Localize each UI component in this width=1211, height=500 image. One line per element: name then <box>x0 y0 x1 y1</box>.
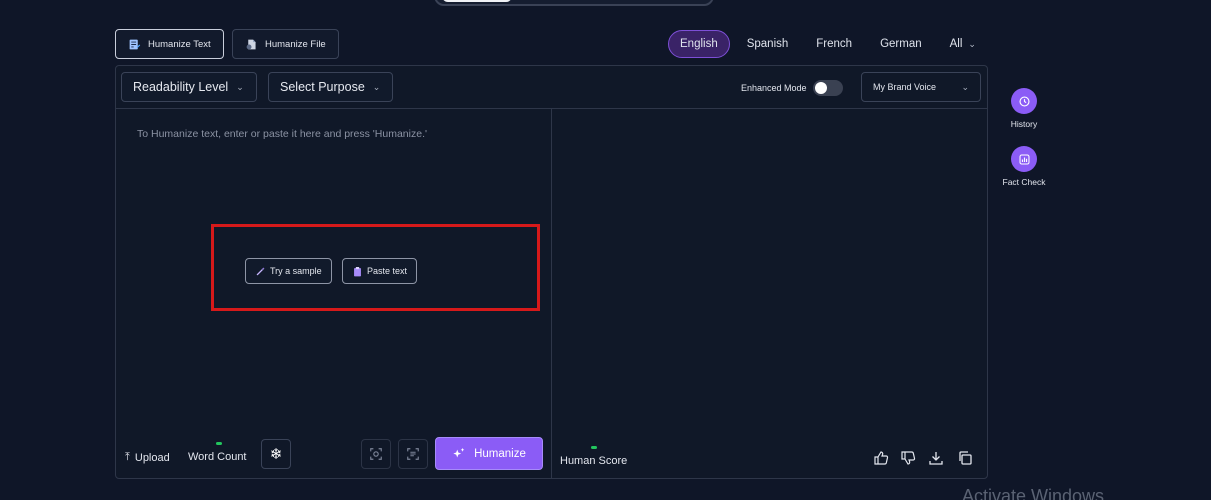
try-sample-label: Try a sample <box>270 266 322 276</box>
word-count: Word Count <box>188 451 247 463</box>
document-pen-icon <box>129 39 141 49</box>
thumbs-up-button[interactable] <box>872 449 890 467</box>
windows-watermark: Activate Windows <box>962 486 1105 500</box>
lang-english[interactable]: English <box>668 30 730 58</box>
panel-toolbar: Readability Level ⌄ Select Purpose ⌄ Enh… <box>116 66 987 109</box>
lang-spanish-label: Spanish <box>746 38 789 50</box>
upload-label: Upload <box>134 451 170 464</box>
snowflake-icon: ❄ <box>269 446 283 463</box>
select-purpose-dropdown[interactable]: Select Purpose ⌄ <box>268 72 393 102</box>
chevron-down-icon: ⌄ <box>968 38 976 49</box>
thumbs-up-icon <box>874 451 889 465</box>
top-segment-active[interactable] <box>442 0 512 2</box>
input-placeholder[interactable]: To Humanize text, enter or paste it here… <box>137 128 427 140</box>
human-score-indicator <box>591 446 597 449</box>
humanize-text-label: Humanize Text <box>148 38 211 50</box>
copy-button[interactable] <box>956 449 974 467</box>
chevron-down-icon: ⌄ <box>372 81 381 92</box>
lang-all-dropdown[interactable]: All ⌄ <box>939 30 987 58</box>
chevron-down-icon: ⌄ <box>236 81 244 92</box>
word-count-label: Word Count <box>188 451 247 463</box>
upload-icon: ⤒ <box>125 451 130 463</box>
lang-english-label: English <box>680 38 718 50</box>
lang-french[interactable]: French <box>805 30 863 58</box>
chevron-down-icon: ⌄ <box>961 81 969 92</box>
human-score: Human Score <box>560 455 627 467</box>
lang-german-label: German <box>880 38 922 50</box>
top-segmented-control[interactable] <box>434 0 714 6</box>
humanize-file-tab[interactable]: Humanize File <box>232 29 339 59</box>
language-selector: English Spanish French German All ⌄ <box>668 30 993 58</box>
thumbs-down-icon <box>901 451 916 465</box>
humanize-text-tab[interactable]: Humanize Text <box>115 29 224 59</box>
readability-level-dropdown[interactable]: Readability Level ⌄ <box>121 72 257 102</box>
humanize-label: Humanize <box>474 447 526 460</box>
clipboard-icon <box>354 266 361 276</box>
magic-wand-icon <box>256 266 265 275</box>
file-icon <box>246 39 256 49</box>
chart-icon <box>1011 146 1037 172</box>
lang-all-label: All <box>949 38 963 50</box>
fact-check-label: Fact Check <box>1002 177 1046 187</box>
brand-voice-dropdown[interactable]: My Brand Voice ⌄ <box>861 72 981 102</box>
editor-panel: Readability Level ⌄ Select Purpose ⌄ Enh… <box>115 65 988 479</box>
upload-button[interactable]: ⤒ Upload <box>125 451 170 464</box>
paste-text-label: Paste text <box>367 266 408 276</box>
thumbs-down-button[interactable] <box>899 449 917 467</box>
text-scan-icon <box>407 448 419 460</box>
try-sample-button[interactable]: Try a sample <box>245 258 332 284</box>
word-count-indicator <box>216 442 222 445</box>
lang-german[interactable]: German <box>869 30 933 58</box>
panel-divider <box>551 109 552 479</box>
human-score-label: Human Score <box>560 455 628 467</box>
scan-icon <box>370 448 382 460</box>
download-icon <box>929 452 943 465</box>
select-purpose-label: Select Purpose <box>280 80 365 94</box>
scan-button[interactable] <box>361 439 391 469</box>
ocr-button[interactable] <box>398 439 428 469</box>
enhanced-mode-label: Enhanced Mode <box>741 83 807 93</box>
enhanced-mode-toggle[interactable] <box>812 80 843 96</box>
sparkle-icon <box>453 447 465 457</box>
toggle-knob <box>814 82 827 94</box>
lang-spanish[interactable]: Spanish <box>736 30 800 58</box>
readability-level-label: Readability Level <box>133 80 229 94</box>
enhanced-mode: Enhanced Mode <box>741 80 843 96</box>
history-label: History <box>1010 119 1038 129</box>
history-button[interactable]: History <box>1000 88 1048 129</box>
paste-text-button[interactable]: Paste text <box>342 258 418 284</box>
history-icon <box>1011 88 1037 114</box>
lang-french-label: French <box>816 38 853 50</box>
humanize-button[interactable]: Humanize <box>435 437 543 470</box>
download-button[interactable] <box>927 449 945 467</box>
fact-check-button[interactable]: Fact Check <box>1000 146 1048 187</box>
freeze-button[interactable]: ❄ <box>261 439 291 469</box>
humanize-file-label: Humanize File <box>265 38 326 50</box>
copy-icon <box>959 451 972 465</box>
brand-voice-label: My Brand Voice <box>873 82 937 92</box>
